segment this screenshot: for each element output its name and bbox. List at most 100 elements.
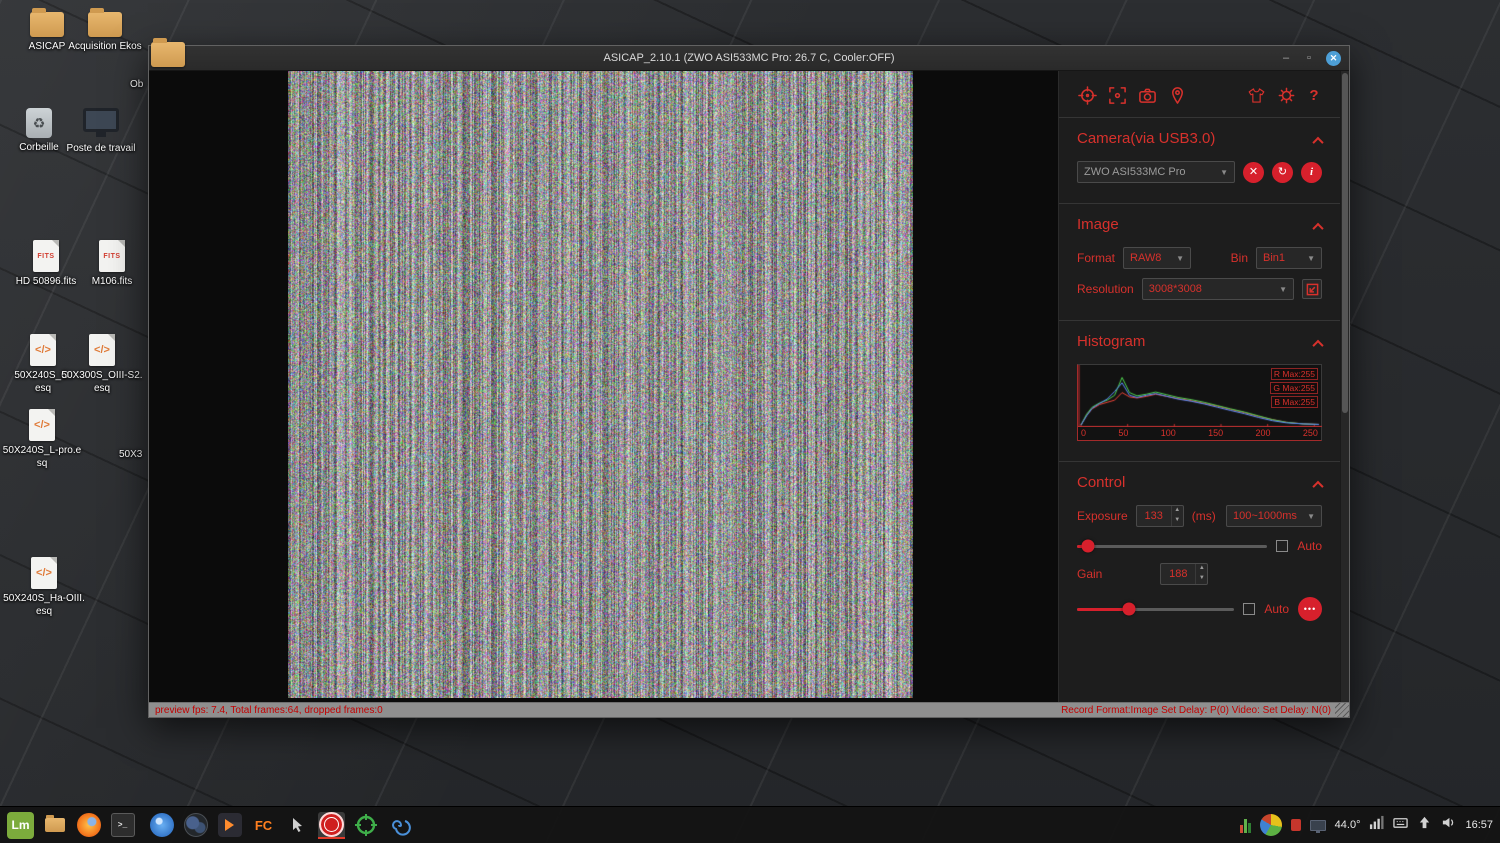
chevron-up-icon[interactable]: [1312, 223, 1323, 234]
roi-select-icon[interactable]: [1107, 85, 1127, 105]
histogram-section-title: Histogram: [1077, 333, 1145, 350]
exposure-slider-knob[interactable]: [1082, 540, 1095, 553]
help-icon[interactable]: ?: [1306, 87, 1322, 104]
desktop-icon-fits1[interactable]: FITS HD 50896.fits: [8, 240, 84, 289]
taskbar: Lm >_ FC 44.0° 16:57: [0, 806, 1500, 843]
histogram-plot: R Max:255 G Max:255 B Max:255 0 50 100 1…: [1077, 364, 1322, 441]
close-button[interactable]: ✕: [1326, 51, 1341, 66]
format-select[interactable]: RAW8 ▼: [1123, 247, 1191, 269]
terminal-app-icon[interactable]: >_: [109, 812, 136, 839]
desktop-icon-label: Acquisition Ekos: [68, 41, 141, 54]
code-badge: </>: [94, 344, 110, 356]
network-icon[interactable]: [1369, 815, 1384, 835]
temperature-indicator[interactable]: 44.0°: [1335, 819, 1361, 831]
asicap-window: ASICAP_2.10.1 (ZWO ASI533MC Pro: 26.7 C,…: [148, 45, 1350, 718]
desktop-icon-ob-folder[interactable]: [151, 42, 185, 67]
desktop-icon-label: 50X3: [119, 449, 142, 462]
maximize-button[interactable]: ▫: [1303, 51, 1315, 65]
desktop-icon-esq3[interactable]: </> 50X240S_L-pro.esq: [2, 409, 82, 470]
guide-target-icon: [354, 813, 378, 837]
exposure-label: Exposure: [1077, 509, 1128, 523]
gain-slider-knob[interactable]: [1122, 603, 1135, 616]
fc-app-icon[interactable]: FC: [250, 812, 277, 839]
chevron-down-icon: ▼: [1307, 512, 1315, 521]
histogram-max-b: B Max:255: [1271, 396, 1318, 408]
globe-icon: [184, 813, 208, 837]
gain-input[interactable]: 188 ▲ ▼: [1160, 563, 1208, 585]
desktop-icon-computer[interactable]: Poste de travail: [58, 108, 144, 156]
desktop-icon-fits2[interactable]: FITS M106.fits: [78, 240, 146, 289]
kstars-app-icon[interactable]: [148, 812, 175, 839]
updates-arrow-icon[interactable]: [1417, 815, 1432, 835]
system-monitor-icon[interactable]: [1240, 817, 1251, 833]
scrollbar-thumb[interactable]: [1342, 73, 1348, 413]
status-right-text: Record Format:Image Set Delay: P(0) Vide…: [1061, 705, 1331, 716]
files-app-icon[interactable]: [41, 812, 68, 839]
settings-gear-icon[interactable]: [1276, 85, 1296, 105]
globe-app-icon[interactable]: [182, 812, 209, 839]
minimize-button[interactable]: –: [1280, 51, 1292, 65]
display-tray-icon[interactable]: [1310, 820, 1326, 831]
keyboard-layout-icon[interactable]: [1393, 815, 1408, 835]
titlebar[interactable]: ASICAP_2.10.1 (ZWO ASI533MC Pro: 26.7 C,…: [149, 46, 1349, 71]
exposure-range-select[interactable]: 100~1000ms ▼: [1226, 505, 1322, 527]
desktop-icon-label: Corbeille: [19, 142, 58, 155]
volume-icon[interactable]: [1441, 815, 1456, 835]
gain-slider[interactable]: [1077, 608, 1234, 611]
resolution-select[interactable]: 3008*3008 ▼: [1142, 278, 1294, 300]
crosshair-icon[interactable]: [1077, 85, 1097, 105]
histogram-max-g: G Max:255: [1270, 382, 1318, 394]
fits-file-icon: FITS: [99, 240, 125, 272]
preview-area: [149, 71, 1058, 702]
camera-select[interactable]: ZWO ASI533MC Pro ▼: [1077, 161, 1235, 183]
marker-pin-icon[interactable]: [1167, 85, 1187, 105]
desktop-icon-esq5[interactable]: </> 50X240S_Ha-OIII.esq: [2, 557, 86, 618]
bin-select[interactable]: Bin1 ▼: [1256, 247, 1322, 269]
tick-label: 0: [1081, 428, 1086, 438]
gain-more-button[interactable]: •••: [1298, 597, 1322, 621]
chevron-up-icon[interactable]: [1312, 481, 1323, 492]
camera-section: Camera(via USB3.0) ZWO ASI533MC Pro ▼ ✕ …: [1059, 117, 1340, 203]
exposure-slider[interactable]: [1077, 545, 1267, 548]
tool-app-icon[interactable]: [284, 812, 311, 839]
camera-close-button[interactable]: ✕: [1243, 162, 1264, 183]
theme-shirt-icon[interactable]: [1246, 85, 1266, 105]
resize-grip[interactable]: [1335, 703, 1349, 717]
window-statusbar: preview fps: 7.4, Total frames:64, dropp…: [149, 702, 1349, 717]
code-badge: </>: [34, 419, 50, 431]
spiral-app-icon[interactable]: [386, 812, 413, 839]
desktop-icon-esq2[interactable]: </> 50X300S_OIII-S2.esq: [60, 334, 144, 395]
tick-label: 250: [1303, 428, 1318, 438]
bin-value: Bin1: [1263, 252, 1285, 264]
update-badge-icon[interactable]: [1291, 819, 1301, 831]
exposure-spinner[interactable]: ▲ ▼: [1171, 506, 1183, 526]
exposure-input[interactable]: 133 ▲ ▼: [1136, 505, 1184, 527]
camera-icon[interactable]: [1137, 85, 1157, 105]
chevron-up-icon[interactable]: [1312, 137, 1323, 148]
clock[interactable]: 16:57: [1465, 819, 1493, 831]
asicap-app-icon[interactable]: [318, 812, 345, 839]
fullframe-button[interactable]: [1302, 279, 1322, 299]
format-label: Format: [1077, 251, 1115, 265]
tick-label: 100: [1161, 428, 1176, 438]
tick-label: 50: [1118, 428, 1128, 438]
panel-scrollbar[interactable]: [1340, 71, 1349, 702]
camera-select-value: ZWO ASI533MC Pro: [1084, 166, 1185, 178]
gain-auto-checkbox[interactable]: [1243, 603, 1255, 615]
disk-usage-pie-icon[interactable]: [1260, 814, 1282, 836]
camera-info-button[interactable]: i: [1301, 162, 1322, 183]
trash-icon: ♻: [26, 108, 52, 138]
tick-label: 150: [1208, 428, 1223, 438]
desktop-icon-ekos-folder[interactable]: Acquisition Ekos: [60, 12, 150, 54]
chevron-up-icon[interactable]: [1312, 340, 1323, 351]
control-section-title: Control: [1077, 474, 1125, 491]
gain-spinner[interactable]: ▲ ▼: [1195, 564, 1207, 584]
phd2-app-icon[interactable]: [352, 812, 379, 839]
recycle-glyph: ♻: [33, 115, 46, 132]
gain-label: Gain: [1077, 567, 1102, 581]
camera-refresh-button[interactable]: ↻: [1272, 162, 1293, 183]
mint-menu-button[interactable]: Lm: [7, 812, 34, 839]
media-player-icon[interactable]: [216, 812, 243, 839]
firefox-app-icon[interactable]: [75, 812, 102, 839]
exposure-auto-checkbox[interactable]: [1276, 540, 1288, 552]
